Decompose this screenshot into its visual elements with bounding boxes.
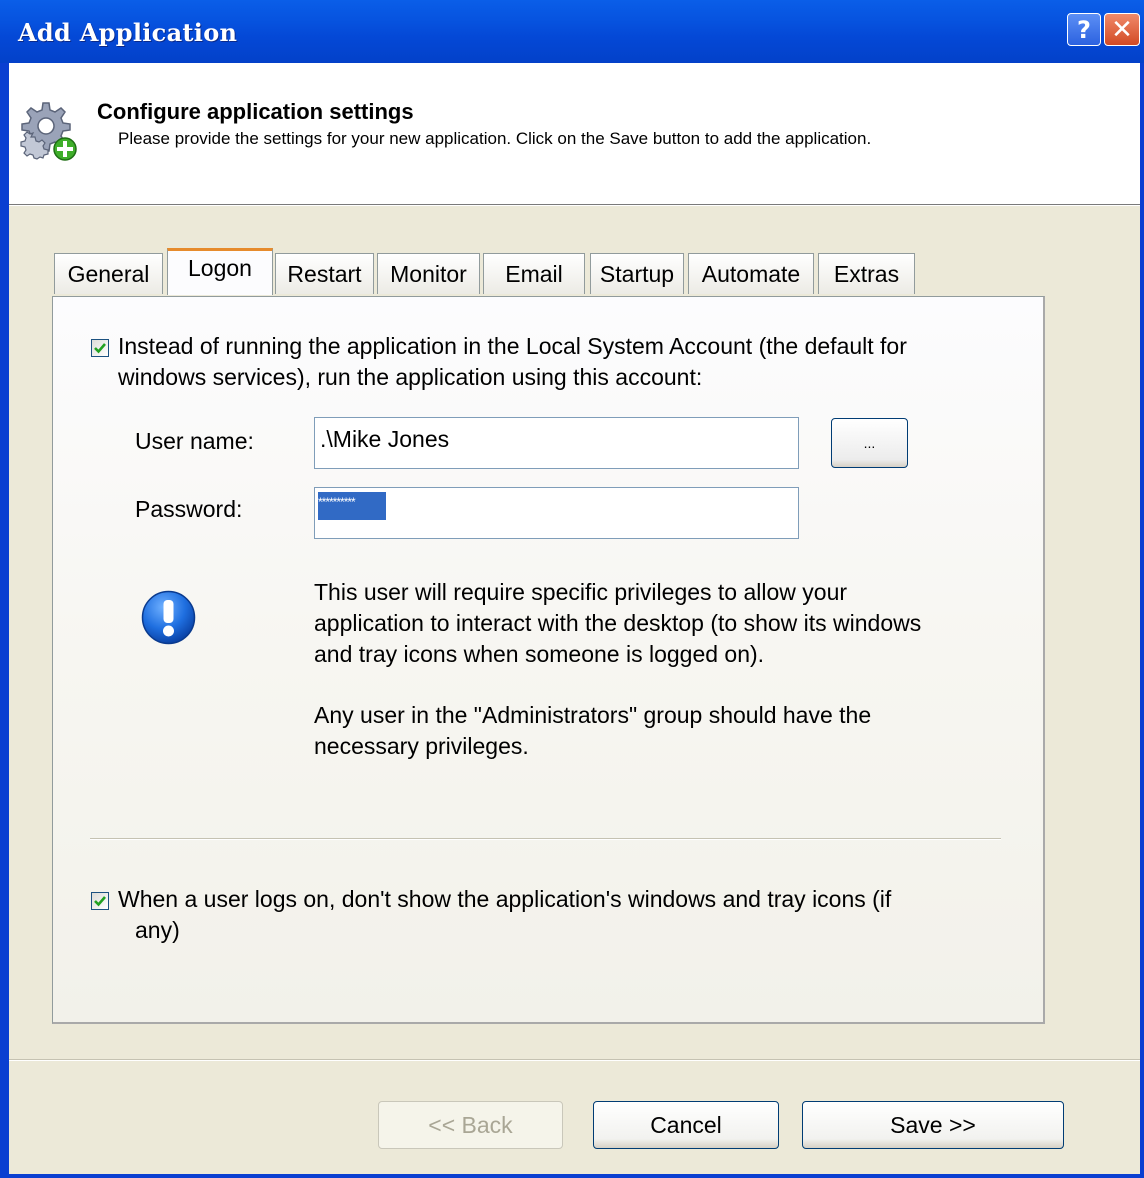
add-application-window: Add Application ? ✕ Configure applicatio… (0, 0, 1144, 1178)
section-divider-highlight (90, 839, 1001, 840)
checkmark-icon (94, 343, 106, 354)
gear-add-icon (20, 102, 77, 161)
cancel-button[interactable]: Cancel (593, 1101, 779, 1149)
help-icon: ? (1077, 15, 1091, 44)
close-button[interactable]: ✕ (1104, 13, 1140, 46)
run-as-account-label-line2[interactable]: windows services), run the application u… (118, 362, 702, 393)
help-button[interactable]: ? (1067, 13, 1101, 46)
tab-startup[interactable]: Startup (590, 253, 684, 294)
hide-windows-label-line2[interactable]: any) (135, 915, 180, 946)
username-label: User name: (135, 428, 254, 454)
tab-automate[interactable]: Automate (688, 253, 814, 294)
info-text-line2: application to interact with the desktop… (314, 610, 922, 636)
info-text-line3: and tray icons when someone is logged on… (314, 641, 765, 667)
tab-email[interactable]: Email (483, 253, 585, 294)
close-icon: ✕ (1111, 14, 1133, 45)
header-divider-highlight (9, 205, 1140, 206)
tab-monitor[interactable]: Monitor (377, 253, 480, 294)
header-title: Configure application settings (97, 99, 414, 124)
tab-extras[interactable]: Extras (818, 253, 915, 294)
tab-logon[interactable]: Logon (167, 248, 273, 295)
hide-windows-label-line1[interactable]: When a user logs on, don't show the appl… (118, 884, 891, 915)
browse-user-button[interactable]: ... (831, 418, 908, 468)
window-title: Add Application (18, 18, 238, 47)
save-button[interactable]: Save >> (802, 1101, 1064, 1149)
checkmark-icon (94, 896, 106, 907)
username-value: .\Mike Jones (320, 426, 450, 452)
wizard-header: Configure application settings Please pr… (9, 63, 1140, 204)
back-button[interactable]: << Back (378, 1101, 563, 1149)
password-label: Password: (135, 496, 243, 522)
username-input[interactable]: .\Mike Jones (314, 417, 799, 469)
info-text-line4: Any user in the "Administrators" group s… (314, 702, 872, 728)
tab-general[interactable]: General (54, 253, 163, 294)
run-as-account-label-line1[interactable]: Instead of running the application in th… (118, 331, 907, 362)
password-input[interactable]: ********** (314, 487, 799, 539)
tab-restart[interactable]: Restart (275, 253, 374, 294)
header-subtitle: Please provide the settings for your new… (118, 129, 872, 148)
dialog-body: Configure application settings Please pr… (9, 63, 1140, 1174)
logon-tab-panel: Instead of running the application in th… (52, 296, 1045, 1024)
hide-windows-checkbox[interactable] (91, 892, 109, 910)
info-text-line5: necessary privileges. (314, 733, 529, 759)
password-mask-selected: ********** (318, 492, 386, 520)
run-as-account-checkbox[interactable] (91, 339, 109, 357)
footer-divider-highlight (9, 1060, 1140, 1061)
info-text-line1: This user will require specific privileg… (314, 579, 848, 605)
title-bar[interactable]: Add Application ? ✕ (0, 0, 1144, 63)
exclamation-info-icon (141, 590, 196, 645)
